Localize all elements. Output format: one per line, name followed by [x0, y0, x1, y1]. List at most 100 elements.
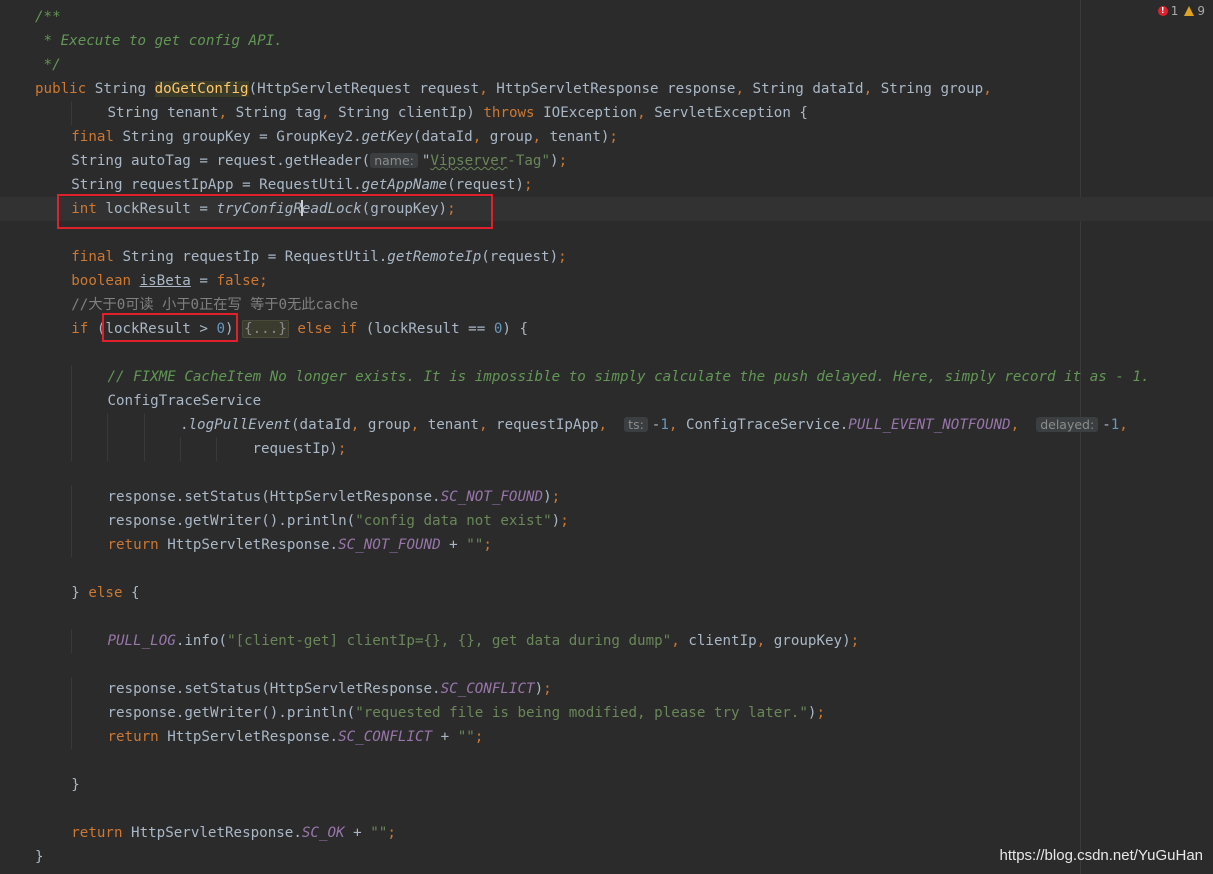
code-token: SC_OK	[301, 825, 345, 841]
code-token: ;	[560, 513, 569, 529]
code-token: SC_CONFLICT	[440, 681, 535, 697]
indent-guide	[71, 533, 73, 557]
code-text: /**	[35, 5, 61, 29]
code-line[interactable]	[0, 653, 1213, 677]
code-line[interactable]: return HttpServletResponse.SC_OK + "";	[0, 821, 1213, 845]
code-line[interactable]: } else {	[0, 581, 1213, 605]
code-text: .logPullEvent(dataId, group, tenant, req…	[180, 413, 1128, 437]
code-line[interactable]	[0, 461, 1213, 485]
inspection-widget[interactable]: ! 1 9	[1157, 2, 1205, 20]
code-line[interactable]: /**	[0, 5, 1213, 29]
code-text: ConfigTraceService	[107, 389, 261, 413]
code-line[interactable]	[0, 749, 1213, 773]
indent-guide	[107, 413, 109, 437]
code-text: return HttpServletResponse.SC_NOT_FOUND …	[107, 533, 491, 557]
code-line[interactable]: public String doGetConfig(HttpServletReq…	[0, 77, 1213, 101]
code-line[interactable]: response.setStatus(HttpServletResponse.S…	[0, 677, 1213, 701]
code-line[interactable]: boolean isBeta = false;	[0, 269, 1213, 293]
error-icon: !	[1157, 6, 1168, 16]
warning-count[interactable]: 9	[1184, 4, 1205, 18]
code-token: ;	[474, 729, 484, 745]
code-line[interactable]	[0, 341, 1213, 365]
indent-guide	[71, 629, 73, 653]
code-line[interactable]: ConfigTraceService	[0, 389, 1213, 413]
indent-guide	[143, 437, 145, 461]
code-token: .	[179, 417, 189, 433]
code-token: response.getWriter().println(	[107, 705, 356, 721]
code-line[interactable]: String autoTag = request.getHeader(name:…	[0, 149, 1213, 173]
code-token: ;	[816, 705, 825, 721]
code-text: }	[35, 845, 44, 869]
code-line[interactable]: * Execute to get config API.	[0, 29, 1213, 53]
code-token: response.getWriter().println(	[107, 513, 356, 529]
code-text: } else {	[71, 581, 139, 605]
code-line[interactable]: final String requestIp = RequestUtil.get…	[0, 245, 1213, 269]
code-token: ,	[478, 417, 497, 433]
code-line[interactable]: PULL_LOG.info("[client-get] clientIp={},…	[0, 629, 1213, 653]
watermark: https://blog.csdn.net/YuGuHan	[999, 847, 1203, 864]
indent-guide	[71, 725, 73, 749]
code-token: tenant	[427, 417, 479, 433]
code-line[interactable]: .logPullEvent(dataId, group, tenant, req…	[0, 413, 1213, 437]
code-line[interactable]: response.setStatus(HttpServletResponse.S…	[0, 485, 1213, 509]
error-count[interactable]: ! 1	[1157, 4, 1179, 18]
code-token: String tenant	[107, 105, 219, 121]
indent-guide	[71, 389, 73, 413]
code-line[interactable]	[0, 605, 1213, 629]
code-token: ,	[671, 633, 689, 649]
code-line[interactable]: }	[0, 773, 1213, 797]
folded-code-block[interactable]: {...}	[242, 320, 289, 338]
code-token: return	[107, 537, 168, 553]
error-count-label: 1	[1170, 4, 1179, 18]
code-text: response.setStatus(HttpServletResponse.S…	[107, 677, 551, 701]
code-token: PULL_EVENT_NOTFOUND	[848, 417, 1011, 433]
code-token: else if	[288, 321, 366, 337]
code-line[interactable]	[0, 797, 1213, 821]
code-line[interactable]: String tenant, String tag, String client…	[0, 101, 1213, 125]
code-token: // FIXME CacheItem No longer exists. It …	[107, 369, 1150, 385]
code-line[interactable]: return HttpServletResponse.SC_NOT_FOUND …	[0, 533, 1213, 557]
code-token: doGetConfig	[154, 81, 249, 97]
indent-guide	[71, 365, 73, 389]
code-token: ,	[321, 105, 339, 121]
code-text: response.setStatus(HttpServletResponse.S…	[107, 485, 560, 509]
code-token: getKey	[361, 129, 413, 145]
code-line[interactable]: */	[0, 53, 1213, 77]
code-editor[interactable]: /** * Execute to get config API. */ publi…	[0, 0, 1213, 874]
code-line[interactable]: requestIp);	[0, 437, 1213, 461]
code-token: false	[216, 273, 260, 289]
code-token: group	[489, 129, 533, 145]
code-token: ,	[472, 129, 490, 145]
code-token: ;	[483, 537, 492, 553]
code-token: //大于0可读 小于0正在写 等于0无此cache	[71, 297, 359, 313]
code-token: logPullEvent	[188, 417, 292, 433]
code-line[interactable]	[0, 557, 1213, 581]
indent-guide	[71, 677, 73, 701]
code-token: (HttpServletRequest request	[248, 81, 480, 97]
code-token: ,	[350, 417, 368, 433]
code-token: ,	[532, 129, 550, 145]
code-line[interactable]: return HttpServletResponse.SC_CONFLICT +…	[0, 725, 1213, 749]
code-token: String clientIp)	[338, 105, 484, 121]
code-token: ;	[543, 681, 552, 697]
code-line[interactable]: // FIXME CacheItem No longer exists. It …	[0, 365, 1213, 389]
code-token: +	[440, 537, 467, 553]
code-token: (dataId	[412, 129, 473, 145]
code-token: ;	[387, 825, 396, 841]
parameter-hint: delayed:	[1036, 417, 1099, 432]
code-token: }	[71, 777, 80, 793]
code-token: ,	[735, 81, 753, 97]
code-token: clientIp	[688, 633, 757, 649]
code-line[interactable]: final String groupKey = GroupKey2.getKey…	[0, 125, 1213, 149]
code-line[interactable]: response.getWriter().println("config dat…	[0, 509, 1213, 533]
code-token: requestIpApp	[496, 417, 599, 433]
code-line[interactable]: response.getWriter().println("requested …	[0, 701, 1213, 725]
code-token: ;	[558, 249, 567, 265]
indent-guide	[71, 509, 73, 533]
code-token: getRemoteIp	[387, 249, 482, 265]
code-text: // FIXME CacheItem No longer exists. It …	[107, 365, 1149, 389]
code-token: String groupKey = GroupKey2.	[122, 129, 362, 145]
code-text: }	[71, 773, 80, 797]
code-text: */	[35, 53, 61, 77]
code-token: groupKey)	[773, 633, 851, 649]
